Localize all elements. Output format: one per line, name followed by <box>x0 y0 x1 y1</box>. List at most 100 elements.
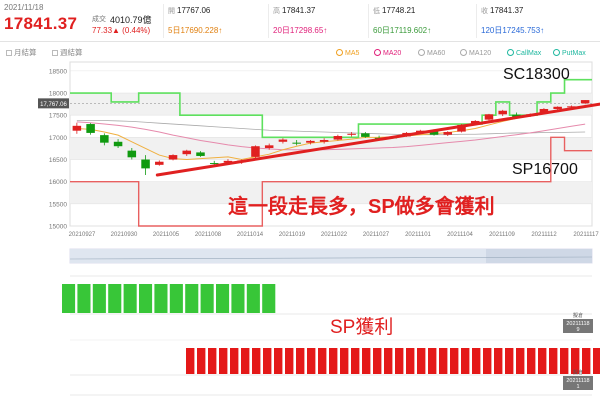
putmax-bar <box>450 348 459 374</box>
side-tag-value: 1 <box>576 384 579 390</box>
y-tick-label: 18500 <box>49 68 67 75</box>
legend-ma20[interactable]: MA20 <box>374 49 401 57</box>
legend-ma5[interactable]: MA5 <box>336 49 359 57</box>
callmax-bar <box>154 284 168 313</box>
putmax-bar <box>307 348 316 374</box>
putmax-bar <box>593 348 600 374</box>
candle-body <box>333 136 343 140</box>
ma5-value: 5日17690.228↑ <box>168 26 223 35</box>
callmax-bar <box>262 284 276 313</box>
x-tick-label: 20211005 <box>153 232 180 238</box>
candle-body <box>72 125 82 131</box>
x-tick-label: 20210930 <box>111 232 138 238</box>
candle-body <box>127 150 137 158</box>
callmax-bar <box>169 284 183 313</box>
x-tick-label: 20211008 <box>195 232 222 238</box>
header-divider <box>368 4 369 38</box>
putmax-bar <box>582 348 591 374</box>
putmax-bar <box>296 348 305 374</box>
legend-callmax[interactable]: CallMax <box>507 49 541 57</box>
close-value: 17841.37 <box>490 6 524 15</box>
putmax-bar <box>329 348 338 374</box>
legend-ma120[interactable]: MA120 <box>460 49 491 57</box>
legend-putmax[interactable]: PutMax <box>553 49 586 57</box>
x-tick-label: 20211104 <box>447 232 473 238</box>
low-cell: 低 17748.21 <box>373 6 415 18</box>
y-tick-label: 16000 <box>49 179 67 186</box>
high-cell: 高 17841.37 <box>273 6 315 18</box>
ma20-value: 20日17298.65↑ <box>273 26 328 35</box>
candle <box>251 145 260 159</box>
y-tick-label: 17000 <box>49 135 67 142</box>
putmax-bar <box>560 348 569 374</box>
callmax-bar <box>108 284 122 313</box>
putmax-bar <box>252 348 261 374</box>
legend-label: MA20 <box>383 50 402 57</box>
close-label: 收 <box>481 8 488 15</box>
sp-annotation: SP16700 <box>512 161 578 178</box>
legend-label: MA60 <box>427 50 446 57</box>
putmax-bar <box>461 348 470 374</box>
putmax-bar <box>417 348 426 374</box>
putmax-bar <box>263 348 272 374</box>
volume-label: 成交 <box>92 16 106 23</box>
y-tick-label: 18000 <box>49 91 67 98</box>
putmax-bar <box>230 348 239 374</box>
callmax-bar <box>216 284 230 313</box>
candle-body <box>292 142 301 144</box>
callmax-bar <box>62 284 76 313</box>
putmax-bar <box>186 348 195 374</box>
putmax-bar <box>406 348 415 374</box>
low-label: 低 <box>373 8 380 15</box>
putmax-bar <box>351 348 360 374</box>
legend-swatch-icon <box>460 49 467 56</box>
header-divider <box>268 4 269 38</box>
callmax-bar <box>246 284 260 313</box>
candle-body <box>484 114 494 120</box>
putmax-bar <box>318 348 327 374</box>
weekly-settle-toggle[interactable]: 週結算 <box>52 47 83 58</box>
quote-date: 2021/11/18 <box>4 3 44 12</box>
legend-swatch-icon <box>374 49 381 56</box>
legend-swatch-icon <box>553 49 560 56</box>
x-tick-label: 20210927 <box>69 232 96 238</box>
putmax-bar <box>439 348 448 374</box>
legend-label: CallMax <box>516 50 542 57</box>
open-value: 17767.06 <box>177 6 211 15</box>
navigator-handle <box>486 249 592 263</box>
candle-body <box>251 146 260 157</box>
candle-body <box>443 132 453 135</box>
putmax-bar <box>285 348 294 374</box>
legend-swatch-icon <box>507 49 514 56</box>
candle-body <box>498 110 507 115</box>
weekly-label: 週結算 <box>60 48 83 57</box>
legend-ma60[interactable]: MA60 <box>418 49 445 57</box>
putmax-bar <box>505 348 514 374</box>
candle-body <box>580 100 590 104</box>
legend-label: PutMax <box>562 50 586 57</box>
header-divider <box>163 4 164 38</box>
price-tag-label: 17,767.06 <box>40 102 67 108</box>
y-tick-label: 15000 <box>49 224 67 231</box>
side-tag-label: 擬倉 <box>573 369 583 376</box>
candle <box>484 113 494 121</box>
callmax-bar <box>185 284 199 313</box>
candle-body <box>100 135 109 143</box>
low-value: 17748.21 <box>382 6 416 15</box>
monthly-settle-toggle[interactable]: 月結算 <box>6 47 37 58</box>
position-bars: 擬倉202111189擬倉202111181 <box>62 275 600 396</box>
y-tick-label: 17500 <box>49 113 67 120</box>
range-navigator[interactable] <box>0 247 600 267</box>
band-shade <box>70 93 592 116</box>
candle-body <box>361 133 370 137</box>
putmax-bar <box>395 348 404 374</box>
open-cell: 開 17767.06 <box>168 6 210 18</box>
x-tick-label: 20211109 <box>489 232 515 238</box>
putmax-bar <box>384 348 393 374</box>
putmax-bar <box>494 348 503 374</box>
callmax-bar <box>92 284 106 313</box>
legend-label: MA120 <box>469 50 492 57</box>
putmax-bar <box>241 348 250 374</box>
x-tick-label: 20211101 <box>405 232 431 238</box>
legend-swatch-icon <box>336 49 343 56</box>
